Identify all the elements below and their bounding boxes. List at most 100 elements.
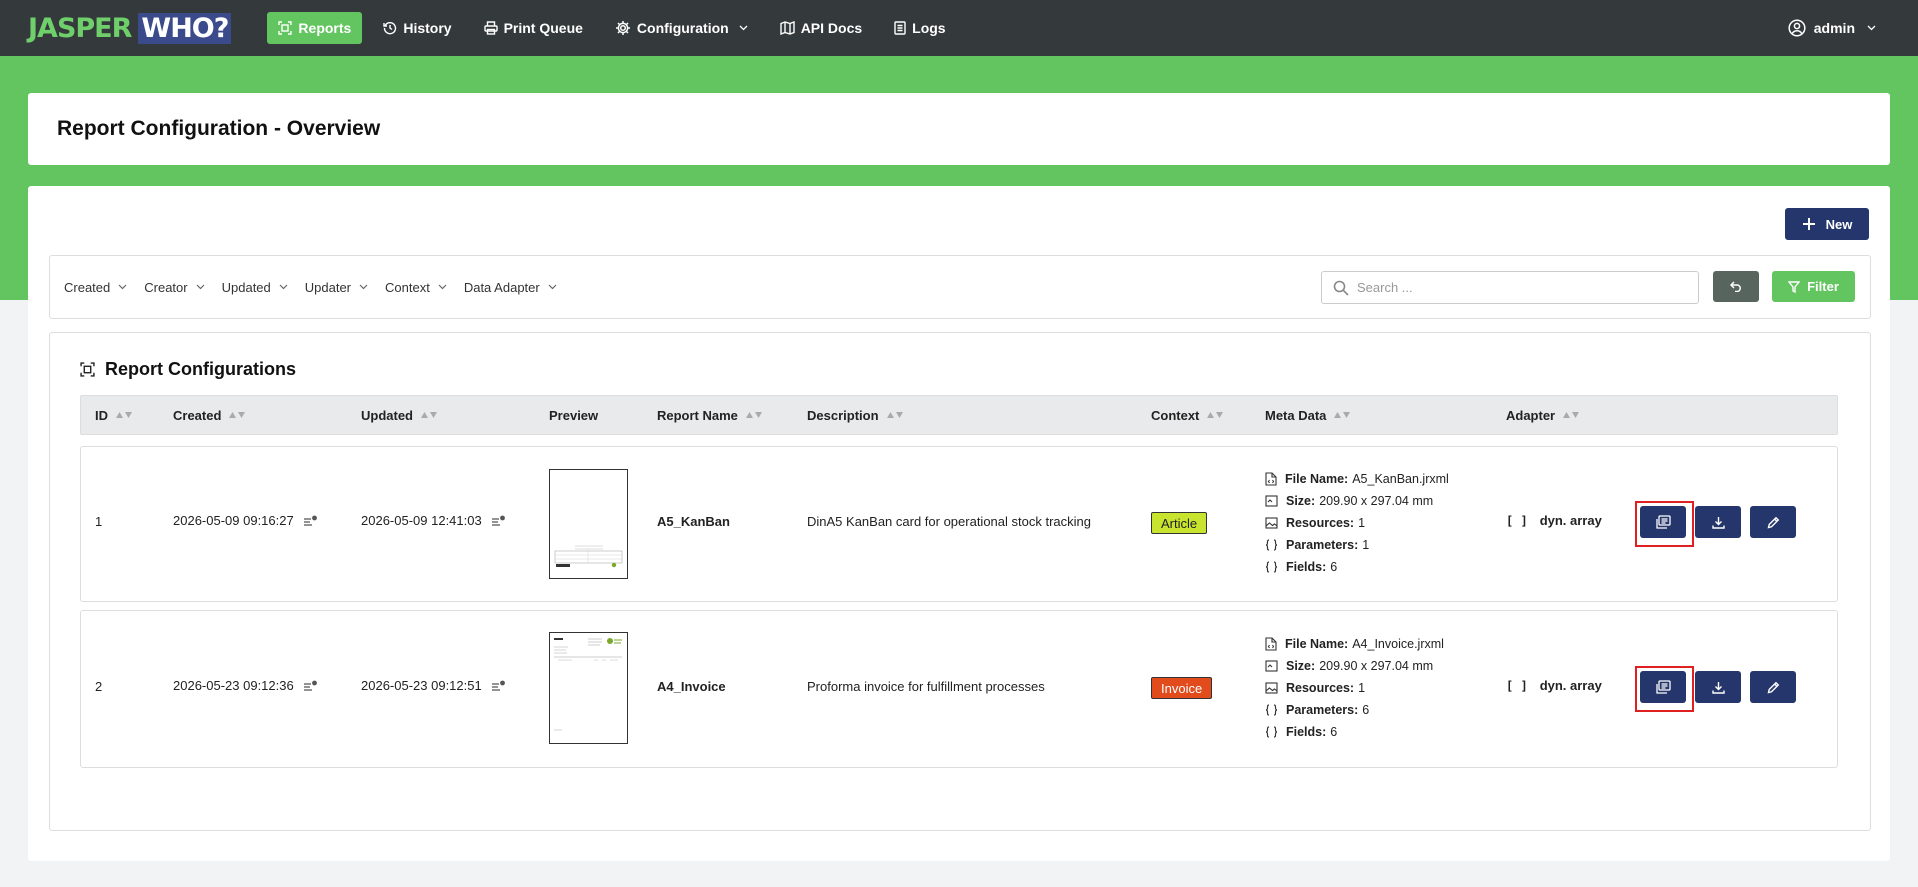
column-label: Context [1151,407,1200,423]
history-icon [383,22,397,35]
filter-creator[interactable]: Creator [144,279,205,295]
chevron-down-icon [279,284,288,290]
meta-value: A4_Invoice.jrxml [1352,637,1444,651]
filter-data-adapter[interactable]: Data Adapter [464,280,557,295]
user-circle-icon [1788,19,1806,37]
filter-label: Updated [221,279,271,295]
curly-braces-icon [1265,704,1278,716]
pencil-icon [1767,681,1779,693]
adapter-name: dyn. array [1539,513,1602,528]
meta-label: File Name: [1285,637,1349,651]
nav-item-api-docs[interactable]: API Docs [769,12,873,44]
meta-resources: Resources: 1 [1265,677,1505,699]
search-icon [1333,280,1349,296]
nav-label-print-queue: Print Queue [503,20,583,36]
download-button[interactable] [1695,671,1741,703]
meta-value: 6 [1362,703,1370,717]
sort-icon [229,411,246,419]
updated-timestamp: 2026-05-23 09:12:51 [361,678,482,693]
filter-updater[interactable]: Updater [305,280,368,295]
nav-label-history: History [403,20,452,36]
filter-created[interactable]: Created [64,280,127,295]
column-header-preview: Preview [549,396,598,434]
nav-item-logs[interactable]: Logs [883,12,956,44]
section-title-text: Report Configurations [105,359,296,379]
row-updated: 2026-05-09 12:41:03 [361,513,506,528]
page-title-panel: Report Configuration - Overview [28,93,1890,165]
download-button[interactable] [1695,506,1741,538]
file-code-icon [1265,472,1277,486]
main-nav: Reports History Print Queue Configuratio… [267,12,966,44]
column-label: Description [807,407,879,423]
column-label: Report Name [657,407,738,423]
column-header-context[interactable]: Context [1151,396,1224,434]
meta-file-name: File Name: A4_Invoice.jrxml [1265,633,1505,655]
meta-resources: Resources: 1 [1265,512,1505,534]
nav-label-configuration: Configuration [636,20,729,36]
curly-braces-icon [1265,539,1278,551]
edit-button[interactable] [1750,671,1796,703]
nav-item-reports[interactable]: Reports [267,12,363,44]
filter-label: Creator [144,279,188,295]
user-menu[interactable]: admin [1788,12,1876,44]
filter-label: Data Adapter [463,279,540,295]
meta-label: Fields: [1286,560,1327,574]
filter-bar: Created Creator Updated Updater Context … [49,255,1871,319]
context-badge: Invoice [1151,677,1213,699]
preview-report-button[interactable] [1640,671,1686,703]
column-label: Meta Data [1265,407,1327,423]
nav-label-api-docs: API Docs [800,20,863,36]
top-navbar: JASPER WHO? Reports History Print Queue … [0,0,1918,56]
page-title: Report Configuration - Overview [57,117,381,140]
chevron-down-icon [739,25,748,31]
meta-size: Size: 209.90 x 297.04 mm [1265,490,1505,512]
new-button[interactable]: New [1785,208,1869,240]
main-card: New Created Creator Updated Updater Cont… [28,186,1890,861]
search-input[interactable] [1355,279,1679,296]
report-name[interactable]: A5_KanBan [657,514,730,529]
preview-report-button[interactable] [1640,506,1686,538]
column-label: Updated [361,407,413,423]
meta-label: Size: [1286,494,1316,508]
gear-icon [615,21,630,35]
reset-filter-button[interactable] [1713,271,1759,302]
row-id: 2 [95,679,103,694]
report-name[interactable]: A4_Invoice [657,679,726,694]
search-box [1321,271,1699,304]
column-header-created[interactable]: Created [173,396,246,434]
filter-button[interactable]: Filter [1772,271,1855,302]
history-list-icon[interactable] [491,515,506,527]
report-description: DinA5 KanBan card for operational stock … [807,514,1091,529]
history-list-icon[interactable] [491,680,506,692]
list-document-icon [894,21,906,35]
edit-button[interactable] [1750,506,1796,538]
column-header-adapter[interactable]: Adapter [1506,396,1580,434]
filter-updated[interactable]: Updated [222,280,288,295]
chevron-down-icon [1867,25,1876,31]
history-list-icon[interactable] [303,680,318,692]
page-size-icon [1265,660,1278,672]
column-header-id[interactable]: ID [95,396,132,434]
nav-item-history[interactable]: History [372,12,462,44]
row-adapter: [ ] dyn. array [1506,513,1602,528]
history-list-icon[interactable] [303,515,318,527]
report-preview-thumbnail[interactable] [549,469,628,579]
curly-braces-icon [1265,726,1278,738]
report-frame-icon [80,362,95,377]
table-row[interactable]: 2 2026-05-23 09:12:36 2026-05-23 09:12:5… [80,610,1838,768]
meta-value: 1 [1358,681,1366,695]
column-header-updated[interactable]: Updated [361,396,437,434]
nav-item-print-queue[interactable]: Print Queue [473,12,594,44]
app-logo[interactable]: JASPER WHO? [28,12,232,44]
filter-label: Context [385,279,430,295]
table-row[interactable]: 1 2026-05-09 09:16:27 2026-05-09 12:41:0… [80,446,1838,602]
column-header-report-name[interactable]: Report Name [657,396,762,434]
printer-icon [483,21,498,35]
filter-context[interactable]: Context [385,280,447,295]
filter-button-label: Filter [1807,279,1839,294]
nav-item-configuration[interactable]: Configuration [604,12,759,44]
column-header-description[interactable]: Description [807,396,903,434]
column-label: Preview [549,407,599,423]
report-preview-thumbnail[interactable] [549,632,628,744]
column-header-meta-data[interactable]: Meta Data [1265,396,1351,434]
